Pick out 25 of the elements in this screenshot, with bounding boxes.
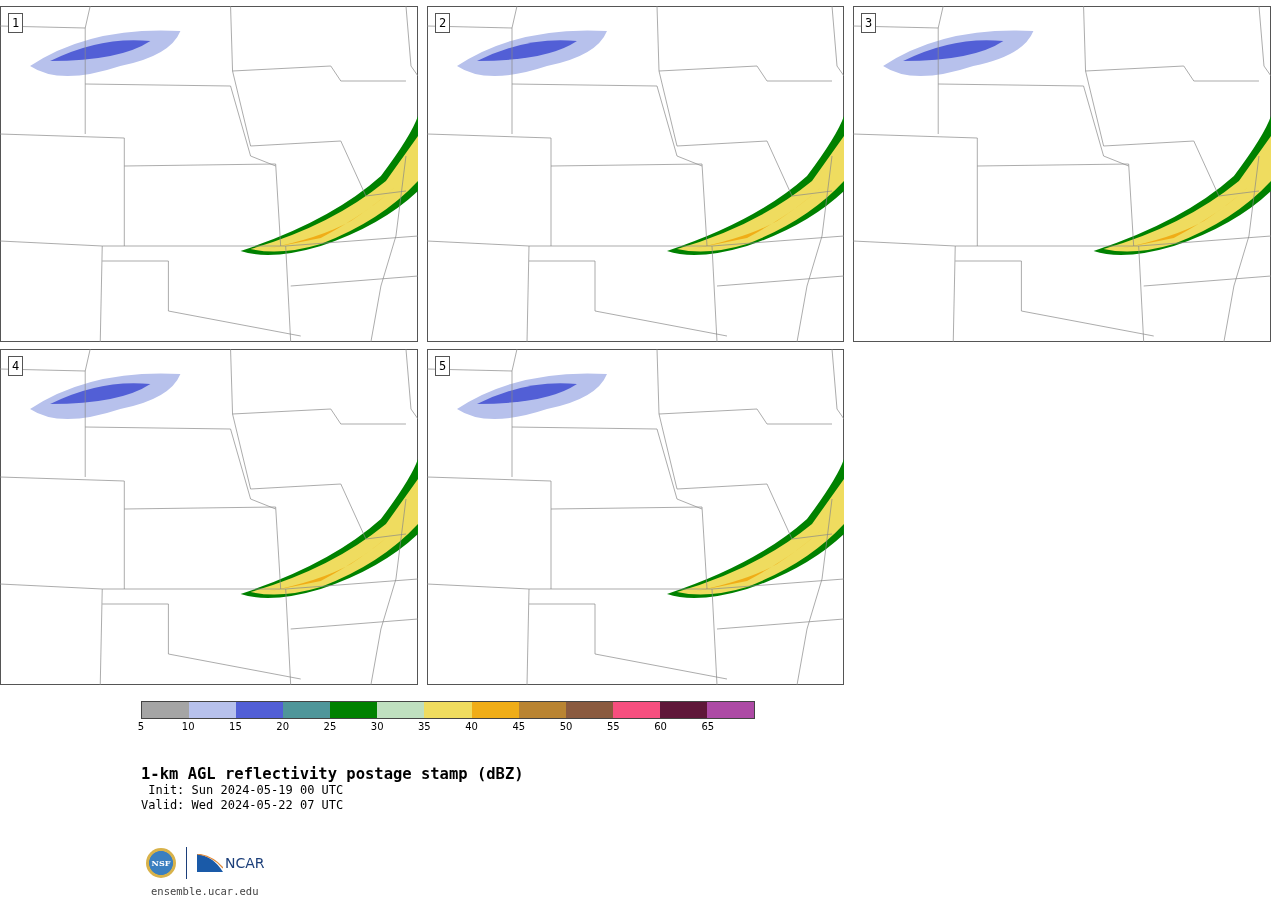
panel-number: 3 (861, 13, 877, 33)
panel-number: 4 (8, 356, 24, 376)
tick-label: 5 (137, 721, 145, 732)
init-time: Init: Sun 2024-05-19 00 UTC (147, 783, 345, 798)
tick-label: 15 (229, 721, 242, 732)
panel-number: 5 (435, 356, 451, 376)
tick-label: 55 (606, 721, 620, 732)
panel-number: 2 (435, 13, 451, 33)
tick-label: 65 (701, 721, 715, 732)
tick-label: 40 (465, 721, 478, 732)
chart-title: 1-km AGL reflectivity postage stamp (dBZ) (141, 765, 525, 783)
seal-logo: NSF (146, 848, 176, 878)
tick-label: 35 (418, 721, 431, 732)
tick-label: 30 (370, 721, 384, 732)
tick-label: 10 (181, 721, 195, 732)
tick-label: 45 (512, 721, 526, 732)
tick-label: 20 (276, 721, 290, 732)
tick-label: 50 (559, 721, 573, 732)
logo-name: NCAR (225, 855, 265, 871)
site-address: ensemble.ucar.edu (151, 885, 260, 897)
tick-label: 60 (654, 721, 667, 732)
panel-number: 1 (8, 13, 24, 33)
valid-time: Valid: Wed 2024-05-22 07 UTC (141, 798, 345, 813)
swoosh-icon (197, 854, 223, 872)
tick-label: 25 (323, 721, 337, 732)
